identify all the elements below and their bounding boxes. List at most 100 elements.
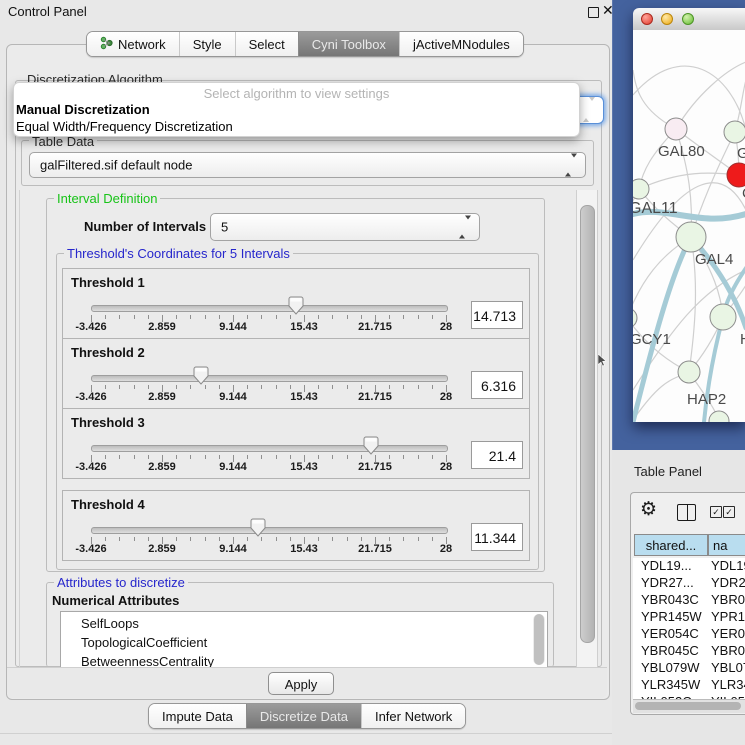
gear-icon[interactable]: ⚙: [640, 498, 657, 521]
horizontal-scrollbar-thumb[interactable]: [635, 702, 741, 710]
tick-label: 2.859: [137, 321, 187, 333]
network-canvas[interactable]: GAL80GACGAL11GAL4GCY1HHAP2: [633, 30, 745, 422]
checkbox-icon[interactable]: [710, 506, 722, 518]
float-window-icon[interactable]: [588, 7, 599, 18]
slider-track[interactable]: [91, 375, 448, 382]
split-columns-icon[interactable]: [677, 504, 696, 521]
network-node[interactable]: [633, 308, 637, 328]
tick-label: 2.859: [137, 461, 187, 473]
horizontal-scrollbar[interactable]: [633, 699, 745, 713]
tick-label: 21.715: [350, 461, 400, 473]
table-row[interactable]: YBL079WYBL07: [633, 660, 745, 677]
scrollbar-thumb[interactable]: [580, 205, 595, 643]
tick-mark: [332, 315, 333, 319]
tick-mark: [318, 455, 319, 459]
slider-track[interactable]: [91, 305, 448, 312]
tick-label: 28: [421, 543, 471, 555]
table-row[interactable]: YDR27...YDR27: [633, 575, 745, 592]
list-scrollbar[interactable]: [533, 614, 545, 665]
node-label: GCY1: [633, 331, 671, 348]
table-row[interactable]: YPR145WYPR14: [633, 609, 745, 626]
table-row[interactable]: YBR043CYBR04: [633, 592, 745, 609]
tick-mark: [176, 455, 177, 459]
list-scrollbar-thumb[interactable]: [534, 614, 544, 665]
tick-mark: [219, 315, 220, 319]
apply-button[interactable]: Apply: [268, 672, 334, 695]
table-row[interactable]: YBR045CYBR04: [633, 643, 745, 660]
tab-infer-network[interactable]: Infer Network: [361, 704, 465, 728]
cell-shared-name: YPR145W: [641, 609, 702, 624]
table-row[interactable]: YLR345WYLR34: [633, 677, 745, 694]
column-header[interactable]: na: [708, 534, 745, 556]
list-item[interactable]: SelfLoops: [61, 614, 547, 633]
threshold-value-field[interactable]: 11.344: [471, 523, 523, 551]
tab-style[interactable]: Style: [179, 32, 235, 56]
attributes-list[interactable]: SelfLoopsTopologicalCoefficientBetweenne…: [60, 611, 548, 668]
network-node[interactable]: [678, 361, 700, 383]
dropdown-option[interactable]: Manual Discretization: [16, 102, 150, 117]
threshold-value-field[interactable]: 21.4: [471, 441, 523, 469]
intervals-count-value: 5: [221, 220, 228, 235]
tab-network[interactable]: Network: [87, 32, 179, 56]
network-node[interactable]: [633, 179, 649, 199]
desktop-background: GAL80GACGAL11GAL4GCY1HHAP2: [612, 0, 745, 450]
cell-shared-name: YDR27...: [641, 575, 694, 590]
close-traffic-light-icon[interactable]: [641, 13, 653, 25]
slider-thumb[interactable]: [363, 436, 379, 460]
slider-thumb[interactable]: [250, 518, 266, 542]
node-label: GA: [737, 145, 745, 162]
vertical-scrollbar[interactable]: [576, 190, 598, 667]
slider-thumb[interactable]: [288, 296, 304, 320]
network-node[interactable]: [709, 411, 729, 422]
threshold-value-field[interactable]: 14.713: [471, 301, 523, 329]
table-data-value: galFiltered.sif default node: [40, 158, 192, 173]
table-row[interactable]: YER054CYER05: [633, 626, 745, 643]
slider-track[interactable]: [91, 527, 448, 534]
tab-cyni-toolbox[interactable]: Cyni Toolbox: [298, 32, 399, 56]
tick-mark: [119, 315, 120, 319]
tick-mark: [432, 315, 433, 319]
slider-track[interactable]: [91, 445, 448, 452]
column-header[interactable]: shared...: [634, 534, 708, 556]
list-item[interactable]: BetweennessCentrality: [61, 652, 547, 668]
tick-mark: [261, 455, 262, 459]
tick-mark: [190, 315, 191, 319]
tab-select[interactable]: Select: [235, 32, 298, 56]
cell-name: YDL19: [711, 558, 745, 573]
tick-label: 15.43: [279, 391, 329, 403]
tick-mark: [347, 455, 348, 459]
tab-label: Style: [193, 37, 222, 52]
zoom-traffic-light-icon[interactable]: [682, 13, 694, 25]
tab-jactivemnodules[interactable]: jActiveMNodules: [399, 32, 523, 56]
list-item[interactable]: TopologicalCoefficient: [61, 633, 547, 652]
threshold-value-field[interactable]: 6.316: [471, 371, 523, 399]
network-node[interactable]: [724, 121, 745, 143]
slider-thumb[interactable]: [193, 366, 209, 390]
table-row[interactable]: YDL19...YDL19: [633, 558, 745, 575]
network-node[interactable]: [665, 118, 687, 140]
tick-mark: [347, 385, 348, 389]
tick-mark: [418, 537, 419, 541]
tick-mark: [318, 537, 319, 541]
cell-shared-name: YLR345W: [641, 677, 700, 692]
tab-impute-data[interactable]: Impute Data: [149, 704, 246, 728]
network-window-titlebar[interactable]: [633, 8, 745, 31]
tick-mark: [176, 315, 177, 319]
minimize-traffic-light-icon[interactable]: [661, 13, 673, 25]
tick-mark: [148, 455, 149, 459]
network-node[interactable]: [727, 163, 745, 187]
tick-label: 2.859: [137, 543, 187, 555]
tick-mark: [332, 455, 333, 459]
network-node[interactable]: [710, 304, 736, 330]
panel-title: Control Panel: [8, 4, 87, 19]
checkbox-icon[interactable]: [723, 506, 735, 518]
dropdown-option[interactable]: Equal Width/Frequency Discretization: [16, 119, 233, 134]
tick-label: 9.144: [208, 461, 258, 473]
table-data-combobox[interactable]: galFiltered.sif default node: [29, 152, 586, 178]
tick-mark: [332, 537, 333, 541]
tick-mark: [134, 315, 135, 319]
tab-discretize-data[interactable]: Discretize Data: [246, 704, 361, 728]
intervals-count-spinner[interactable]: 5: [210, 213, 480, 241]
network-edge: [676, 62, 745, 129]
network-node[interactable]: [676, 222, 706, 252]
